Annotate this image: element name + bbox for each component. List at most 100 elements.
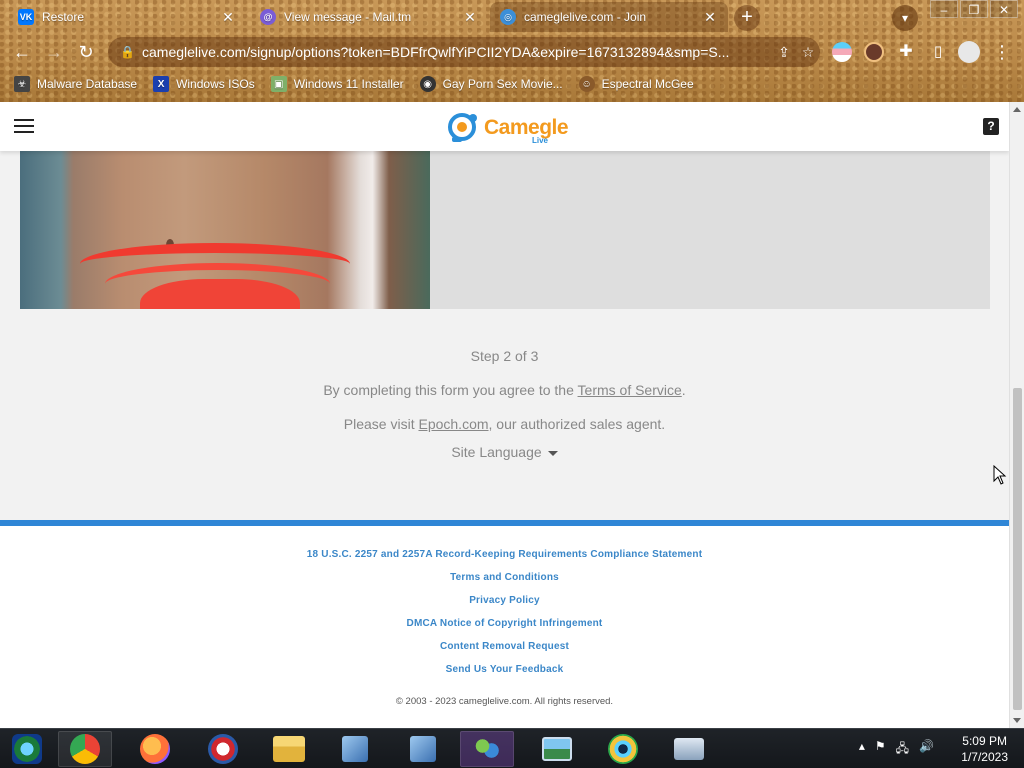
tab-restore[interactable]: VK Restore ✕: [8, 2, 246, 32]
photo-viewer-icon[interactable]: [530, 731, 584, 767]
globe-icon: ◉: [419, 76, 436, 92]
network-icon[interactable]: 🖧: [896, 739, 909, 760]
windows-taskbar: ▴ ⚑ 🖧 🔊 5:09 PM 1/7/2023: [0, 728, 1024, 768]
site-language-label: Site Language: [451, 444, 542, 460]
globe-icon: ◎: [500, 9, 516, 25]
vk-icon: VK: [18, 9, 34, 25]
firefox-icon[interactable]: [128, 731, 182, 767]
address-bar[interactable]: 🔒 cameglelive.com/signup/options?token=B…: [108, 37, 820, 67]
close-tab-icon[interactable]: ✕: [702, 9, 718, 26]
scroll-down-icon[interactable]: [1013, 718, 1021, 723]
minimize-button[interactable]: –: [930, 0, 958, 18]
keyboard-icon[interactable]: [662, 731, 716, 767]
share-icon[interactable]: ⇪: [772, 44, 796, 61]
chrome-icon[interactable]: [58, 731, 112, 767]
window-controls: – ❐ ✕: [928, 0, 1018, 18]
lock-icon[interactable]: 🔒: [120, 45, 135, 59]
tab-title: Restore: [42, 10, 85, 24]
page-scrollbar[interactable]: [1009, 102, 1024, 728]
tab-mailtm[interactable]: @ View message - Mail.tm ✕: [250, 2, 488, 32]
menu-kebab-icon[interactable]: ⋮: [990, 40, 1014, 64]
opera-icon[interactable]: [196, 731, 250, 767]
image-icon: ▣: [270, 76, 287, 92]
bookmark-gay-porn-sex-movie[interactable]: ◉ Gay Porn Sex Movie...: [419, 76, 563, 92]
copyright-text: © 2003 - 2023 cameglelive.com. All right…: [395, 696, 614, 707]
camera-app-icon[interactable]: [596, 731, 650, 767]
bookmark-star-icon[interactable]: ☆: [796, 44, 820, 61]
site-footer: 18 U.S.C. 2257 and 2257A Record-Keeping …: [0, 520, 1009, 728]
footer-links: 18 U.S.C. 2257 and 2257A Record-Keeping …: [0, 548, 1009, 686]
bookmarks-bar: ☣ Malware Database X Windows ISOs ▣ Wind…: [0, 70, 1024, 98]
bookmark-label: Espectral McGee: [601, 77, 694, 91]
file-explorer-icon[interactable]: [262, 731, 316, 767]
extensions-puzzle-icon[interactable]: ✚: [894, 40, 918, 64]
new-tab-button[interactable]: +: [734, 5, 760, 31]
step-indicator: Step 2 of 3: [470, 348, 539, 364]
footer-link-dmca[interactable]: DMCA Notice of Copyright Infringement: [0, 617, 1009, 640]
reload-icon[interactable]: ↻: [74, 40, 98, 64]
browser-chrome: VK Restore ✕ @ View message - Mail.tm ✕ …: [0, 0, 1024, 102]
action-center-flag-icon[interactable]: ⚑: [875, 739, 886, 760]
terms-notice: By completing this form you agree to the…: [323, 382, 686, 398]
side-panel-icon[interactable]: ▯: [926, 40, 950, 64]
caret-down-icon: [547, 450, 558, 456]
footer-link-feedback[interactable]: Send Us Your Feedback: [0, 663, 1009, 686]
tab-search-button[interactable]: ▾: [892, 5, 918, 31]
bookmark-espectral-mcgee[interactable]: ☺ Espectral McGee: [578, 76, 694, 92]
close-tab-icon[interactable]: ✕: [462, 9, 478, 26]
logo-wordmark: Camegle: [484, 115, 569, 139]
mouse-cursor-icon: [993, 465, 1007, 485]
scroll-up-icon[interactable]: [1013, 107, 1021, 112]
pride-flag-extension-icon[interactable]: [832, 42, 852, 62]
content-placeholder-panel: [430, 151, 990, 309]
scrollbar-thumb[interactable]: [1013, 388, 1022, 710]
maximize-button[interactable]: ❐: [960, 0, 988, 18]
tab-title: cameglelive.com - Join: [524, 10, 647, 24]
bookmark-windows-isos[interactable]: X Windows ISOs: [153, 76, 255, 92]
system-tray: ▴ ⚑ 🖧 🔊: [859, 739, 934, 760]
help-icon[interactable]: ?: [983, 118, 999, 135]
avatar-extension-icon[interactable]: [864, 42, 884, 62]
profile-avatar-icon[interactable]: [958, 41, 980, 63]
site-header: Camegle Live ?: [0, 102, 1009, 151]
back-icon[interactable]: ←: [10, 40, 34, 64]
close-window-button[interactable]: ✕: [990, 0, 1018, 18]
network-tool-icon[interactable]: [396, 731, 450, 767]
footer-link-content-removal[interactable]: Content Removal Request: [0, 640, 1009, 663]
clock-date: 1/7/2023: [961, 750, 1008, 764]
malware-icon: ☣: [14, 76, 30, 92]
system-clock[interactable]: 5:09 PM 1/7/2023: [961, 733, 1008, 765]
bookmark-label: Malware Database: [37, 77, 138, 91]
url-text[interactable]: cameglelive.com/signup/options?token=BDF…: [142, 44, 772, 60]
tab-strip: VK Restore ✕ @ View message - Mail.tm ✕ …: [0, 0, 1024, 34]
volume-icon[interactable]: 🔊: [919, 739, 934, 760]
sales-agent-notice: Please visit Epoch.com, our authorized s…: [343, 416, 666, 432]
network-tool-icon[interactable]: [328, 731, 382, 767]
bookmark-label: Windows 11 Installer: [293, 77, 404, 91]
site-language-dropdown[interactable]: Site Language: [0, 444, 1009, 460]
character-icon: ☺: [578, 76, 595, 92]
epoch-link[interactable]: Epoch.com: [418, 416, 488, 432]
hamburger-menu-icon[interactable]: [14, 119, 34, 133]
web-page: Camegle Live ? Step 2 of 3 By completing…: [0, 102, 1009, 728]
media-center-icon[interactable]: [0, 731, 54, 767]
footer-link-2257-statement[interactable]: 18 U.S.C. 2257 and 2257A Record-Keeping …: [0, 548, 1009, 571]
logo-subtext: Live: [532, 136, 549, 145]
tab-camegle-join[interactable]: ◎ cameglelive.com - Join ✕: [490, 2, 728, 32]
camegle-logo[interactable]: Camegle Live: [448, 110, 569, 145]
terms-of-service-link[interactable]: Terms of Service: [578, 382, 682, 398]
footer-link-privacy[interactable]: Privacy Policy: [0, 594, 1009, 617]
tray-expand-icon[interactable]: ▴: [859, 739, 865, 760]
close-tab-icon[interactable]: ✕: [220, 9, 236, 26]
clock-time: 5:09 PM: [962, 734, 1007, 748]
mailtm-icon: @: [260, 9, 276, 25]
camegle-logo-icon: [448, 113, 477, 142]
bookmark-windows-11-installer[interactable]: ▣ Windows 11 Installer: [270, 76, 404, 92]
bookmark-label: Windows ISOs: [176, 77, 255, 91]
footer-link-terms[interactable]: Terms and Conditions: [0, 571, 1009, 594]
tab-title: View message - Mail.tm: [284, 10, 412, 24]
messenger-icon[interactable]: [460, 731, 514, 767]
bookmark-malware-database[interactable]: ☣ Malware Database: [14, 76, 137, 92]
forward-icon[interactable]: →: [42, 40, 66, 64]
browser-toolbar: ← → ↻ 🔒 cameglelive.com/signup/options?t…: [0, 34, 1024, 70]
